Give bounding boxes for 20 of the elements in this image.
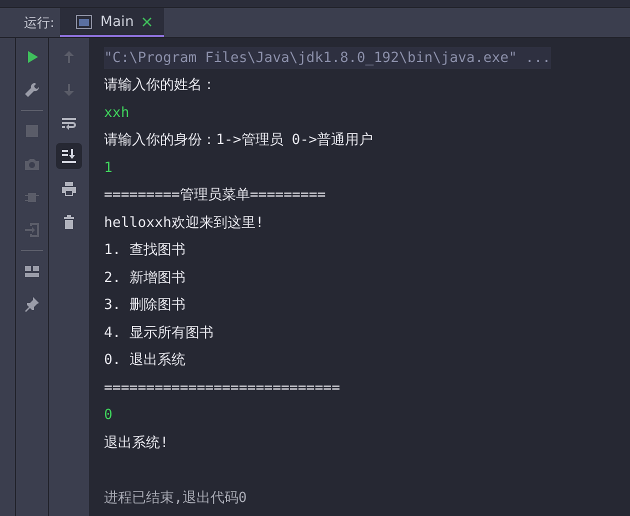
exit-message: 进程已结束,退出代码0: [104, 488, 247, 508]
window-icon: [76, 14, 92, 28]
console-output: 0. 退出系统: [104, 351, 186, 370]
console-output: 4. 显示所有图书: [104, 324, 214, 343]
console-output: 1. 查找图书: [104, 241, 186, 260]
console-output: helloxxh欢迎来到这里!: [104, 214, 264, 233]
scroll-to-end-icon[interactable]: [56, 143, 82, 169]
console-output: 2. 新增图书: [104, 268, 186, 288]
console-output: 请输入你的身份：1->管理员 0->普通用户: [104, 131, 374, 150]
console-output: ============================: [104, 378, 340, 398]
typed-input-text: xxh: [104, 104, 130, 123]
console-output: 退出系统!: [104, 434, 168, 453]
run-tab[interactable]: Main: [60, 8, 164, 37]
console-output: 请输入你的姓名：: [104, 76, 216, 96]
typed-input-text: 1: [104, 158, 112, 178]
run-panel-label: 运行:: [23, 14, 56, 32]
console-output: 3. 删除图书: [104, 296, 186, 316]
console-output: =========管理员菜单=========: [104, 186, 326, 206]
typed-input-text: 0: [104, 406, 112, 426]
close-icon[interactable]: [142, 16, 152, 26]
